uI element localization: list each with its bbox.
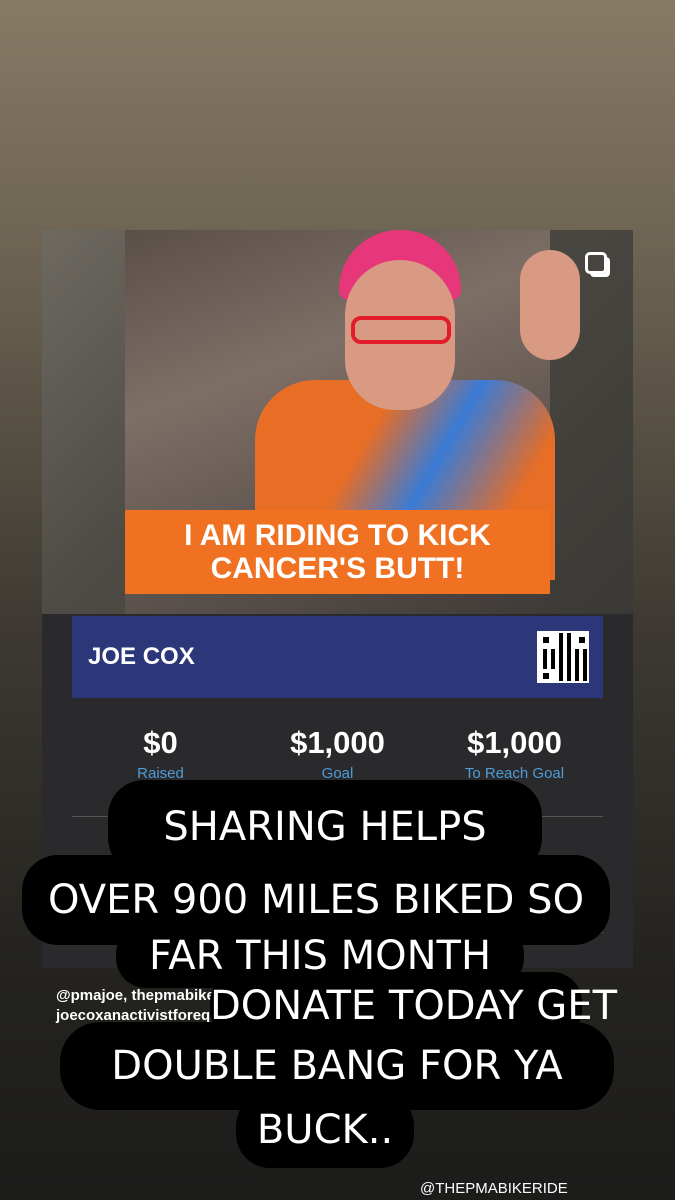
rider-glasses (351, 316, 451, 344)
slogan-line-2: CANCER'S BUTT! (210, 552, 465, 585)
rider-photo: I AM RIDING TO KICK CANCER'S BUTT! (42, 230, 633, 614)
stat-amount: $1,000 (290, 725, 385, 760)
fundraising-stats: $0 Raised $1,000 Goal $1,000 To Reach Go… (72, 725, 603, 782)
qr-code-icon[interactable] (537, 631, 589, 683)
stat-goal: $1,000 Goal (249, 725, 426, 782)
stat-amount: $1,000 (467, 725, 562, 760)
slogan-line-1: I AM RIDING TO KICK (184, 519, 491, 552)
account-watermark[interactable]: @THEPMABIKERIDE (420, 1180, 568, 1197)
stat-to-reach-goal: $1,000 To Reach Goal (426, 725, 603, 782)
stat-raised: $0 Raised (72, 725, 249, 782)
stat-amount: $0 (143, 725, 178, 760)
slogan-banner: I AM RIDING TO KICK CANCER'S BUTT! (125, 510, 550, 594)
peace-sign-hand (520, 250, 580, 360)
participant-name-band: JOE COX (72, 616, 603, 698)
caption-buck: BUCK.. (236, 1092, 414, 1168)
multiple-photos-icon[interactable] (585, 252, 607, 274)
participant-name: JOE COX (88, 643, 195, 670)
